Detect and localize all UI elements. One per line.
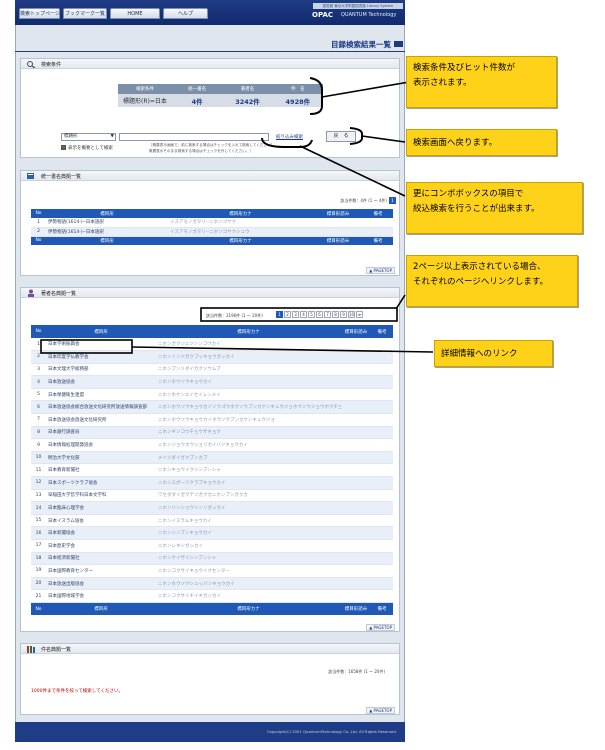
callout-filter-line1: 更にコンボボックスの項目で — [413, 189, 524, 199]
leader-detail-link — [131, 346, 434, 353]
leader-filter — [299, 145, 406, 197]
callout-back: 検索画面へ戻ります。 — [406, 129, 557, 156]
leader-conditions — [321, 80, 416, 98]
pagination-highlight-box — [200, 307, 398, 322]
callout-filter-line2: 絞込検索を行うことが出来ます。 — [413, 204, 540, 214]
callout-detail-link-text: 詳細情報へのリンク — [441, 349, 518, 359]
callout-pagination-line2: それぞれのページへリンクします。 — [413, 277, 548, 287]
detail-link-highlight-box — [40, 339, 133, 354]
bracket-filter — [261, 137, 313, 148]
bracket-back — [349, 127, 363, 145]
callout-detail-link: 詳細情報へのリンク — [434, 340, 553, 367]
callout-filter: 更にコンボボックスの項目で 絞込検索を行うことが出来ます。 — [406, 182, 583, 234]
callout-search-conditions-line2: 表示されます。 — [413, 78, 472, 88]
leader-pagination — [395, 294, 406, 310]
callout-pagination: 2ページ以上表示されている場合、 それぞれのページへリンクします。 — [406, 255, 578, 307]
callout-search-conditions: 検索条件及びヒット件数が 表示されます。 — [406, 56, 557, 108]
bracket-conditions — [309, 77, 323, 115]
callout-back-text: 検索画面へ戻ります。 — [413, 138, 498, 148]
callout-search-conditions-line1: 検索条件及びヒット件数が — [413, 63, 516, 73]
annotation-overlay — [40, 77, 434, 354]
callout-pagination-line1: 2ページ以上表示されている場合、 — [413, 262, 546, 272]
leader-back — [361, 135, 406, 143]
